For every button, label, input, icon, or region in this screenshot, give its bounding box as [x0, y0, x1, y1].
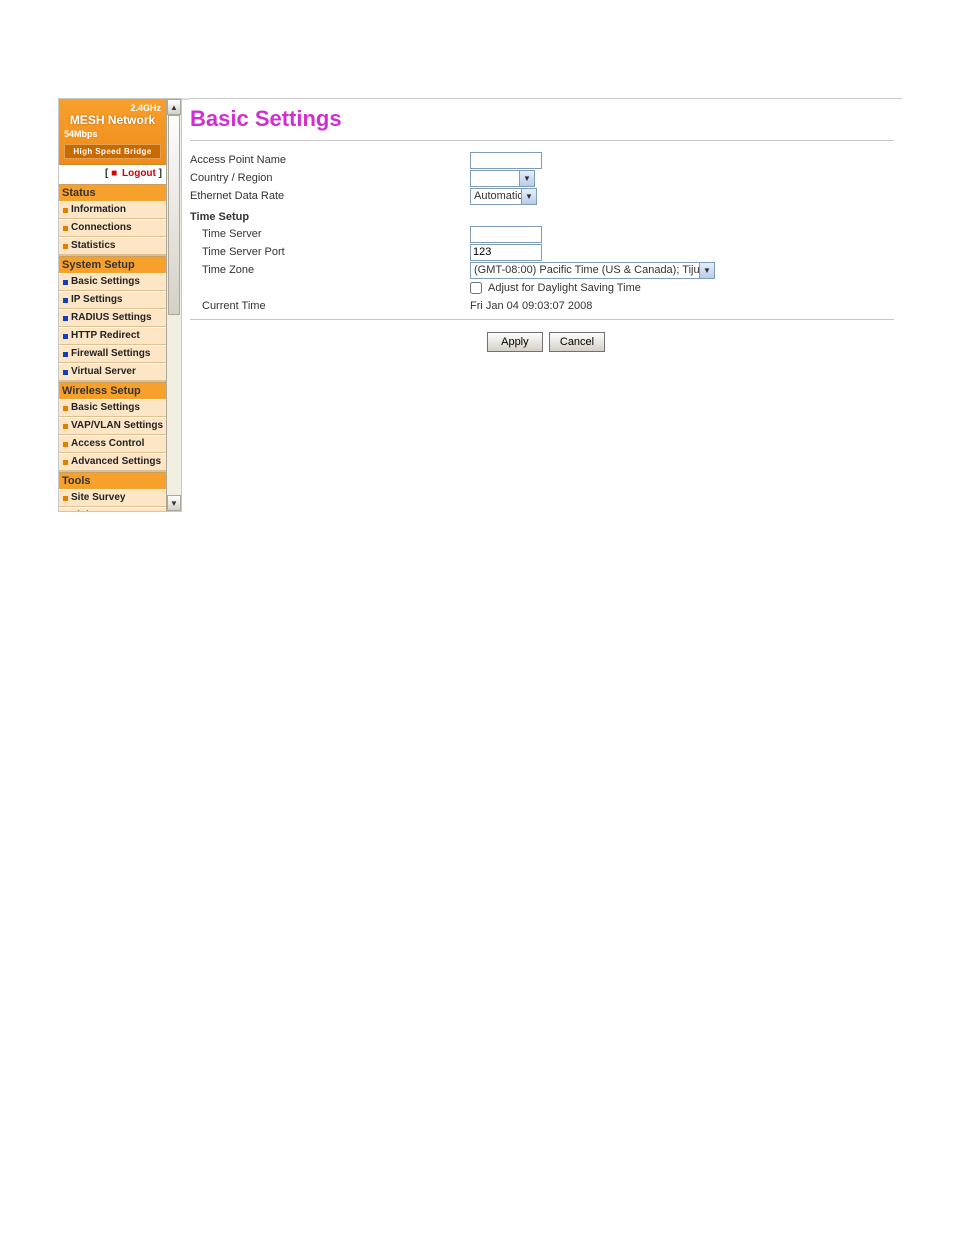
- select-data-rate-value: Automatic: [471, 189, 521, 204]
- input-ap-name[interactable]: [470, 152, 542, 169]
- logout-row: [ ■ Logout ]: [59, 165, 166, 184]
- nav-basic-settings[interactable]: Basic Settings: [59, 273, 166, 291]
- nav-ip-settings[interactable]: IP Settings: [59, 291, 166, 309]
- page-title: Basic Settings: [190, 100, 902, 140]
- nav-label: Advanced Settings: [71, 456, 161, 468]
- subhead-time-setup: Time Setup: [190, 211, 902, 223]
- nav-label: Information: [71, 204, 126, 216]
- bullet-icon: [63, 244, 68, 249]
- input-time-port[interactable]: [470, 244, 542, 261]
- main-content: Basic Settings Access Point Name Country…: [190, 98, 954, 352]
- select-time-zone[interactable]: (GMT-08:00) Pacific Time (US & Canada); …: [470, 262, 715, 279]
- nav-wl-access[interactable]: Access Control: [59, 435, 166, 453]
- nav-label: Basic Settings: [71, 276, 140, 288]
- bullet-icon: [63, 496, 68, 501]
- cancel-button[interactable]: Cancel: [549, 332, 605, 352]
- bracket-open: [: [105, 168, 108, 179]
- brand-header: 2.4GHz MESH Network 54Mbps High Speed Br…: [59, 99, 166, 165]
- nav-wl-basic[interactable]: Basic Settings: [59, 399, 166, 417]
- nav-wl-vap[interactable]: VAP/VLAN Settings: [59, 417, 166, 435]
- label-country: Country / Region: [190, 172, 470, 184]
- brand-title: MESH Network: [64, 113, 161, 127]
- label-time-zone: Time Zone: [190, 264, 470, 276]
- nav-statistics[interactable]: Statistics: [59, 237, 166, 255]
- logout-bullet: ■: [111, 168, 117, 179]
- frame-divider: [182, 98, 190, 100]
- bullet-icon: [63, 280, 68, 285]
- nav-label: Site Survey: [71, 492, 125, 504]
- bullet-icon: [63, 298, 68, 303]
- nav-wl-advanced[interactable]: Advanced Settings: [59, 453, 166, 471]
- section-wireless: Wireless Setup: [59, 382, 166, 399]
- nav-link-test[interactable]: Link Test: [59, 507, 166, 512]
- nav-label: Firewall Settings: [71, 348, 150, 360]
- bullet-icon: [63, 370, 68, 375]
- bullet-icon: [63, 406, 68, 411]
- scroll-down-icon[interactable]: ▼: [167, 495, 181, 511]
- bullet-icon: [63, 334, 68, 339]
- select-data-rate[interactable]: Automatic ▼: [470, 188, 537, 205]
- input-time-server[interactable]: [470, 226, 542, 243]
- chevron-down-icon[interactable]: ▼: [699, 263, 714, 278]
- nav-virtual-server[interactable]: Virtual Server: [59, 363, 166, 381]
- sidebar-scrollbar[interactable]: ▲ ▼: [166, 98, 182, 512]
- checkbox-dst[interactable]: [470, 282, 482, 294]
- select-country-value: [471, 171, 519, 186]
- bracket-close: ]: [159, 168, 162, 179]
- brand-bridge: High Speed Bridge: [64, 144, 161, 159]
- label-data-rate: Ethernet Data Rate: [190, 190, 470, 202]
- nav-label: Access Control: [71, 438, 144, 450]
- brand-mbps: 54Mbps: [64, 129, 161, 139]
- scroll-track[interactable]: [167, 115, 181, 495]
- bullet-icon: [63, 316, 68, 321]
- nav-site-survey[interactable]: Site Survey: [59, 489, 166, 507]
- label-time-port: Time Server Port: [190, 246, 470, 258]
- bullet-icon: [63, 208, 68, 213]
- label-dst: Adjust for Daylight Saving Time: [488, 282, 641, 294]
- label-time-server: Time Server: [190, 228, 470, 240]
- nav-label: Virtual Server: [71, 366, 136, 378]
- nav-label: Statistics: [71, 240, 115, 252]
- chevron-down-icon[interactable]: ▼: [519, 171, 534, 186]
- section-system: System Setup: [59, 256, 166, 273]
- brand-ghz: 2.4GHz: [64, 103, 161, 113]
- nav-radius-settings[interactable]: RADIUS Settings: [59, 309, 166, 327]
- nav-label: Connections: [71, 222, 132, 234]
- logout-link[interactable]: Logout: [122, 168, 156, 179]
- label-current-time: Current Time: [190, 300, 470, 312]
- nav-label: RADIUS Settings: [71, 312, 152, 324]
- nav-http-redirect[interactable]: HTTP Redirect: [59, 327, 166, 345]
- select-time-zone-value: (GMT-08:00) Pacific Time (US & Canada); …: [471, 263, 699, 278]
- apply-button[interactable]: Apply: [487, 332, 543, 352]
- chevron-down-icon[interactable]: ▼: [521, 189, 536, 204]
- scroll-up-icon[interactable]: ▲: [167, 99, 181, 115]
- bullet-icon: [63, 226, 68, 231]
- scroll-thumb[interactable]: [168, 115, 180, 315]
- bullet-icon: [63, 460, 68, 465]
- nav-information[interactable]: Information: [59, 201, 166, 219]
- bullet-icon: [63, 352, 68, 357]
- section-tools: Tools: [59, 472, 166, 489]
- nav-label: HTTP Redirect: [71, 330, 140, 342]
- select-country[interactable]: ▼: [470, 170, 535, 187]
- bullet-icon: [63, 424, 68, 429]
- nav-label: IP Settings: [71, 294, 123, 306]
- nav-label: Link Test: [71, 510, 114, 512]
- value-current-time: Fri Jan 04 09:03:07 2008: [470, 300, 592, 312]
- label-ap-name: Access Point Name: [190, 154, 470, 166]
- nav-connections[interactable]: Connections: [59, 219, 166, 237]
- nav-label: VAP/VLAN Settings: [71, 420, 163, 432]
- nav-label: Basic Settings: [71, 402, 140, 414]
- section-status: Status: [59, 184, 166, 201]
- sidebar: 2.4GHz MESH Network 54Mbps High Speed Br…: [58, 98, 166, 512]
- bullet-icon: [63, 442, 68, 447]
- nav-firewall-settings[interactable]: Firewall Settings: [59, 345, 166, 363]
